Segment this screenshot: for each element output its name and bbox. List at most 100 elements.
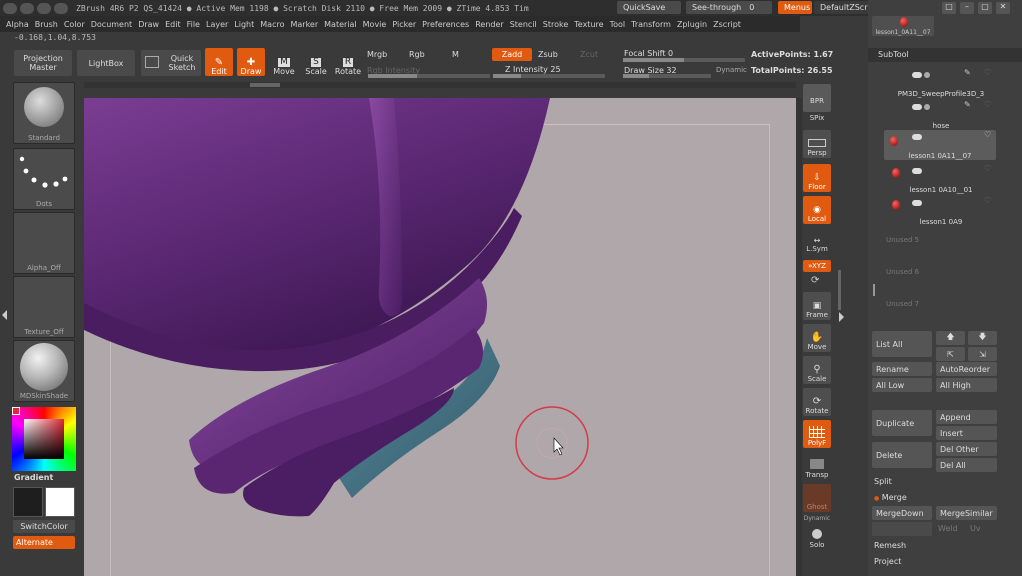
- subtool-row-4[interactable]: ♡ lesson1 0A10__01: [886, 164, 996, 194]
- uv-toggle[interactable]: Uv: [970, 524, 981, 533]
- color-picker[interactable]: [12, 407, 76, 471]
- menu-item-movie[interactable]: Movie: [363, 20, 387, 29]
- autoreorder-button[interactable]: AutoReorder: [936, 362, 997, 376]
- subtool-list-scrollbar[interactable]: [873, 284, 875, 296]
- alternate-button[interactable]: Alternate: [13, 536, 75, 549]
- subtool-title[interactable]: SubTool: [868, 48, 1022, 62]
- visibility-toggle[interactable]: [912, 134, 922, 140]
- menu-item-zplugin[interactable]: Zplugin: [677, 20, 707, 29]
- move-button[interactable]: M Move: [270, 48, 298, 76]
- default-zscript-label[interactable]: DefaultZScript: [814, 1, 868, 14]
- duplicate-button[interactable]: Duplicate: [872, 410, 932, 436]
- edit-button[interactable]: ✎ Edit: [205, 48, 233, 76]
- menu-item-stroke[interactable]: Stroke: [543, 20, 569, 29]
- menu-item-light[interactable]: Light: [234, 20, 254, 29]
- move-view-button[interactable]: ✋ Move: [803, 324, 831, 352]
- window-button-2[interactable]: [20, 2, 34, 14]
- lightbox-button[interactable]: LightBox: [77, 50, 135, 76]
- weld-toggle[interactable]: Weld: [938, 524, 958, 533]
- move-up-arrow-icon[interactable]: 🡅: [936, 331, 965, 345]
- menu-item-material[interactable]: Material: [324, 20, 357, 29]
- menu-item-zscript[interactable]: Zscript: [713, 20, 741, 29]
- right-shelf-scrollbar[interactable]: [838, 270, 841, 310]
- delete-button[interactable]: Delete: [872, 442, 932, 468]
- quicksave-button[interactable]: QuickSave: [617, 1, 681, 14]
- subtool-row-5[interactable]: ♡ lesson1 0A9: [886, 196, 996, 226]
- local-button[interactable]: ◉ Local: [803, 196, 831, 224]
- z-intensity-track[interactable]: [493, 74, 605, 78]
- move-down-arrow-icon[interactable]: 🡇: [968, 331, 997, 345]
- menu-item-document[interactable]: Document: [91, 20, 132, 29]
- window-button-3[interactable]: [37, 2, 51, 14]
- menu-item-picker[interactable]: Picker: [392, 20, 416, 29]
- menu-item-render[interactable]: Render: [475, 20, 503, 29]
- draw-size-track[interactable]: [623, 74, 711, 78]
- stroke-thumbnail[interactable]: Dots: [13, 148, 75, 210]
- menu-item-brush[interactable]: Brush: [35, 20, 58, 29]
- sym-rotate-icon[interactable]: ⟳: [811, 275, 819, 286]
- switchcolor-button[interactable]: SwitchColor: [13, 520, 75, 533]
- seethrough-slider[interactable]: See-through 0: [686, 1, 772, 14]
- insert-button[interactable]: Insert: [936, 426, 997, 440]
- window-button-1[interactable]: [3, 2, 17, 14]
- dynamic-button[interactable]: Dynamic: [716, 66, 747, 74]
- visibility-toggle[interactable]: [912, 72, 922, 78]
- zadd-button[interactable]: Zadd: [492, 48, 532, 61]
- projection-master-button[interactable]: Projection Master: [14, 50, 72, 76]
- menu-item-stencil[interactable]: Stencil: [510, 20, 537, 29]
- move-top-arrow-icon[interactable]: ⇱: [936, 347, 965, 361]
- subtool-row-2[interactable]: ✎ ♡ hose: [886, 100, 996, 130]
- rgb-button[interactable]: Rgb: [409, 50, 425, 59]
- bpr-button[interactable]: BPR: [803, 84, 831, 112]
- floor-button[interactable]: ⇩ Floor: [803, 164, 831, 192]
- subtool-row-1[interactable]: ✎ ♡ PM3D_SweepProfile3D_3: [886, 68, 996, 98]
- project-section[interactable]: Project: [874, 557, 901, 566]
- all-high-button[interactable]: All High: [936, 378, 997, 392]
- append-button[interactable]: Append: [936, 410, 997, 424]
- mergedown-button[interactable]: MergeDown: [872, 506, 932, 520]
- menu-item-macro[interactable]: Macro: [260, 20, 284, 29]
- menu-item-marker[interactable]: Marker: [290, 20, 318, 29]
- texture-thumbnail[interactable]: Texture_Off: [13, 276, 75, 338]
- z-intensity-slider[interactable]: Z Intensity 25: [505, 65, 561, 74]
- menu-item-alpha[interactable]: Alpha: [6, 20, 29, 29]
- rgb-intensity-track[interactable]: [368, 74, 490, 78]
- list-all-button[interactable]: List All: [872, 331, 932, 357]
- menu-item-draw[interactable]: Draw: [138, 20, 159, 29]
- transp-button[interactable]: Transp: [803, 452, 831, 480]
- menu-item-tool[interactable]: Tool: [610, 20, 626, 29]
- solo-button[interactable]: Solo: [803, 522, 831, 550]
- del-all-button[interactable]: Del All: [936, 458, 997, 472]
- menu-item-texture[interactable]: Texture: [574, 20, 603, 29]
- zsub-button[interactable]: Zsub: [538, 50, 558, 59]
- menu-item-file[interactable]: File: [187, 20, 200, 29]
- ghost-button[interactable]: Ghost: [803, 484, 831, 512]
- m-button[interactable]: M: [452, 50, 459, 59]
- frame-button[interactable]: ▣ Frame: [803, 292, 831, 320]
- maximize-icon[interactable]: ▢: [978, 2, 992, 14]
- heart-icon[interactable]: ♡: [984, 130, 991, 139]
- zcut-button[interactable]: Zcut: [580, 50, 598, 59]
- visibility-toggle[interactable]: [912, 104, 922, 110]
- focal-shift-track[interactable]: [623, 58, 745, 62]
- polyf-button[interactable]: PolyF: [803, 420, 831, 448]
- scale-view-button[interactable]: ⚲ Scale: [803, 356, 831, 384]
- mrgb-button[interactable]: Mrgb: [367, 50, 387, 59]
- scale-button[interactable]: S Scale: [302, 48, 330, 76]
- left-tray-arrow-icon[interactable]: [2, 310, 7, 320]
- alpha-thumbnail[interactable]: Alpha_Off: [13, 212, 75, 274]
- material-thumbnail[interactable]: MDSkinShade: [13, 340, 75, 402]
- draw-button[interactable]: ✚ Draw: [237, 48, 265, 76]
- focal-shift-slider[interactable]: Focal Shift 0: [624, 49, 673, 58]
- document-canvas[interactable]: [84, 98, 796, 576]
- split-section[interactable]: Split: [874, 477, 892, 486]
- move-bottom-arrow-icon[interactable]: ⇲: [968, 347, 997, 361]
- visibility-toggle[interactable]: [912, 168, 922, 174]
- rename-button[interactable]: Rename: [872, 362, 932, 376]
- heart-icon[interactable]: ♡: [984, 100, 991, 109]
- secondary-color-swatch[interactable]: [13, 487, 43, 517]
- merge-section[interactable]: ● Merge: [874, 493, 907, 502]
- merge-visible-button[interactable]: [872, 522, 932, 536]
- window-button-4[interactable]: [54, 2, 68, 14]
- brush-thumbnail[interactable]: Standard: [13, 82, 75, 144]
